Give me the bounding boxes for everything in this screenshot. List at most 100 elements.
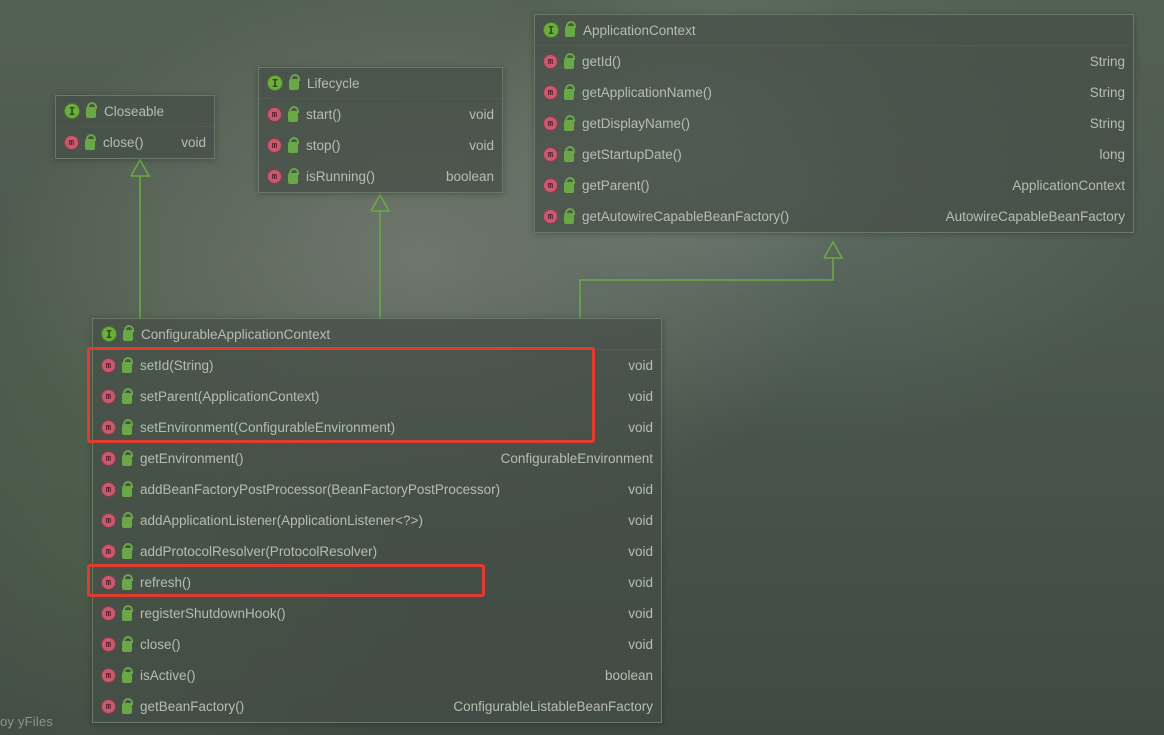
uml-method-row: m getApplicationName() String — [535, 77, 1133, 108]
uml-method-row: m getAutowireCapableBeanFactory() Autowire… — [535, 201, 1133, 232]
uml-method-name: getId() — [582, 54, 1078, 69]
uml-box-configurableapplicationcontext: I ConfigurableApplicationContext m setId(… — [92, 318, 662, 723]
lock-icon — [289, 79, 299, 90]
interface-icon: I — [267, 75, 283, 91]
uml-method-name: addApplicationListener(ApplicationListen… — [140, 513, 616, 528]
uml-method-row: m close() void — [93, 629, 661, 660]
lock-icon — [122, 362, 132, 373]
uml-method-return: void — [628, 389, 653, 404]
method-icon: m — [101, 637, 116, 652]
uml-method-name: close() — [103, 135, 169, 150]
lock-icon — [564, 120, 574, 131]
uml-title: ConfigurableApplicationContext — [141, 327, 653, 342]
uml-method-row: m setId(String) void — [93, 350, 661, 381]
lock-icon — [122, 486, 132, 497]
uml-method-return: void — [181, 135, 206, 150]
lock-icon — [564, 182, 574, 193]
uml-method-name: getApplicationName() — [582, 85, 1078, 100]
uml-method-return: void — [628, 544, 653, 559]
method-icon: m — [101, 699, 116, 714]
uml-method-row: msetEnvironment(ConfigurableEnvironment)… — [93, 412, 661, 443]
uml-method-row: msetParent(ApplicationContext)void — [93, 381, 661, 412]
uml-method-row: maddApplicationListener(ApplicationListe… — [93, 505, 661, 536]
method-icon: m — [101, 451, 116, 466]
uml-method-name: isActive() — [140, 668, 593, 683]
uml-method-return: void — [628, 637, 653, 652]
uml-method-row: m start() void — [259, 99, 502, 130]
method-icon: m — [101, 668, 116, 683]
uml-method-return: String — [1090, 116, 1125, 131]
lock-icon — [564, 89, 574, 100]
uml-method-row: maddProtocolResolver(ProtocolResolver)vo… — [93, 536, 661, 567]
uml-box-lifecycle: I Lifecycle m start() void m stop() void… — [258, 67, 503, 193]
lock-icon — [122, 672, 132, 683]
uml-method-return: void — [469, 107, 494, 122]
uml-method-row: mgetBeanFactory()ConfigurableListableBea… — [93, 691, 661, 722]
uml-method-return: void — [628, 575, 653, 590]
uml-method-return: void — [469, 138, 494, 153]
uml-method-name: stop() — [306, 138, 457, 153]
uml-method-row: maddBeanFactoryPostProcessor(BeanFactory… — [93, 474, 661, 505]
uml-method-return: void — [628, 358, 653, 373]
method-icon: m — [101, 575, 116, 590]
uml-method-name: getAutowireCapableBeanFactory() — [582, 209, 934, 224]
uml-header-applicationcontext: I ApplicationContext — [535, 15, 1133, 46]
lock-icon — [122, 579, 132, 590]
uml-method-return: void — [628, 513, 653, 528]
uml-method-return: void — [628, 482, 653, 497]
method-icon: m — [101, 358, 116, 373]
uml-method-name: registerShutdownHook() — [140, 606, 616, 621]
lock-icon — [565, 26, 575, 37]
lock-icon — [85, 139, 95, 150]
method-icon: m — [543, 54, 558, 69]
uml-method-row: m getId() String — [535, 46, 1133, 77]
method-icon: m — [543, 209, 558, 224]
lock-icon — [122, 703, 132, 714]
watermark: oy yFiles — [0, 714, 53, 729]
uml-method-row: mgetEnvironment()ConfigurableEnvironment — [93, 443, 661, 474]
uml-method-row: m registerShutdownHook() void — [93, 598, 661, 629]
uml-method-name: close() — [140, 637, 616, 652]
method-icon: m — [101, 389, 116, 404]
uml-method-name: getDisplayName() — [582, 116, 1078, 131]
lock-icon — [122, 424, 132, 435]
uml-method-return: ConfigurableEnvironment — [501, 451, 653, 466]
method-icon: m — [267, 138, 282, 153]
lock-icon — [564, 58, 574, 69]
lock-icon — [288, 111, 298, 122]
method-icon: m — [101, 544, 116, 559]
uml-method-row: m isRunning() boolean — [259, 161, 502, 192]
uml-method-return: String — [1090, 54, 1125, 69]
lock-icon — [122, 517, 132, 528]
uml-title: ApplicationContext — [583, 23, 1125, 38]
uml-header-lifecycle: I Lifecycle — [259, 68, 502, 99]
uml-header-configurableapplicationcontext: I ConfigurableApplicationContext — [93, 319, 661, 350]
uml-method-return: boolean — [446, 169, 494, 184]
uml-method-name: setId(String) — [140, 358, 616, 373]
method-icon: m — [543, 116, 558, 131]
uml-method-row: mrefresh()void — [93, 567, 661, 598]
method-icon: m — [101, 606, 116, 621]
uml-method-return: void — [628, 606, 653, 621]
uml-method-return: AutowireCapableBeanFactory — [946, 209, 1125, 224]
method-icon: m — [543, 85, 558, 100]
uml-method-name: start() — [306, 107, 457, 122]
uml-box-closeable: I Closeable m close() void — [55, 95, 215, 159]
lock-icon — [122, 641, 132, 652]
lock-icon — [288, 173, 298, 184]
uml-method-return: ConfigurableListableBeanFactory — [453, 699, 653, 714]
uml-title: Closeable — [104, 104, 206, 119]
uml-method-name: getStartupDate() — [582, 147, 1087, 162]
uml-method-row: mgetParent()ApplicationContext — [535, 170, 1133, 201]
uml-method-name: isRunning() — [306, 169, 434, 184]
uml-method-return: String — [1090, 85, 1125, 100]
lock-icon — [123, 330, 133, 341]
lock-icon — [122, 548, 132, 559]
uml-method-return: long — [1099, 147, 1125, 162]
uml-box-applicationcontext: I ApplicationContext mgetId()String mget… — [534, 14, 1134, 233]
uml-method-name: getParent() — [582, 178, 1000, 193]
lock-icon — [122, 455, 132, 466]
uml-method-row: mgetStartupDate()long — [535, 139, 1133, 170]
uml-method-name: setEnvironment(ConfigurableEnvironment) — [140, 420, 616, 435]
lock-icon — [564, 213, 574, 224]
